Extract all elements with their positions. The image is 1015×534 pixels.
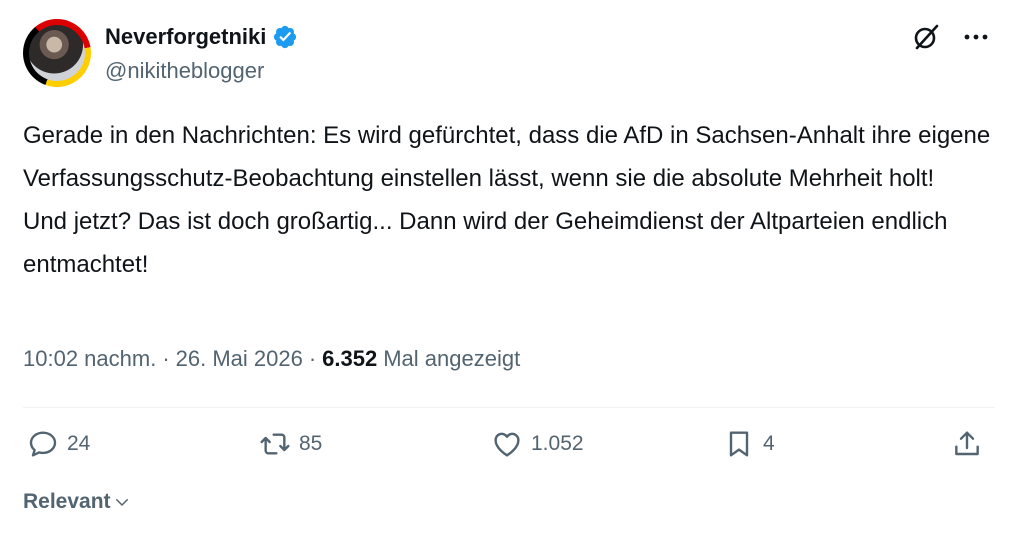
author-handle[interactable]: @nikitheblogger <box>105 58 264 84</box>
views-label: Mal angezeigt <box>383 346 521 371</box>
share-button[interactable] <box>951 428 983 460</box>
chevron-down-icon <box>115 499 128 506</box>
share-icon <box>955 431 979 456</box>
bookmark-button[interactable]: 4 <box>723 428 775 460</box>
author-display-name[interactable]: Neverforgetniki <box>105 24 266 50</box>
avatar-photo <box>29 25 85 81</box>
action-bar: 24 85 1.052 4 <box>23 428 993 472</box>
avatar[interactable] <box>23 19 91 87</box>
sort-dropdown[interactable]: Relevant <box>23 490 131 514</box>
tweet-text: Gerade in den Nachrichten: Es wird gefür… <box>23 114 998 286</box>
like-count: 1.052 <box>531 432 584 455</box>
bookmark-icon <box>729 431 749 457</box>
tweet-time[interactable]: 10:02 nachm. <box>23 346 156 372</box>
tweet-paragraph: Und jetzt? Das ist doch großartig... Dan… <box>23 208 948 278</box>
meta-separator: · <box>162 346 170 371</box>
reply-count: 24 <box>67 432 91 455</box>
tweet-date[interactable]: 26. Mai 2026 <box>176 346 303 372</box>
repost-icon <box>260 433 290 455</box>
heart-icon <box>494 432 520 457</box>
meta-separator: · <box>308 346 317 371</box>
sort-label: Relevant <box>23 490 111 513</box>
more-options-icon[interactable] <box>961 22 991 52</box>
author-name-row: Neverforgetniki <box>105 24 298 50</box>
reply-button[interactable]: 24 <box>27 428 90 460</box>
reply-icon <box>29 431 57 457</box>
repost-count: 85 <box>299 432 323 455</box>
tweet-meta: 10:02 nachm. · 26. Mai 2026 · 6.352 Mal … <box>23 346 520 372</box>
divider <box>23 407 995 408</box>
bookmark-count: 4 <box>763 432 775 455</box>
tweet-paragraph: Gerade in den Nachrichten: Es wird gefür… <box>23 122 991 192</box>
views-count: 6.352 <box>322 346 378 371</box>
top-actions <box>911 22 991 52</box>
repost-button[interactable]: 85 <box>259 428 322 460</box>
verified-badge-icon <box>274 25 297 49</box>
grok-icon[interactable] <box>911 22 941 52</box>
like-button[interactable]: 1.052 <box>491 428 584 460</box>
